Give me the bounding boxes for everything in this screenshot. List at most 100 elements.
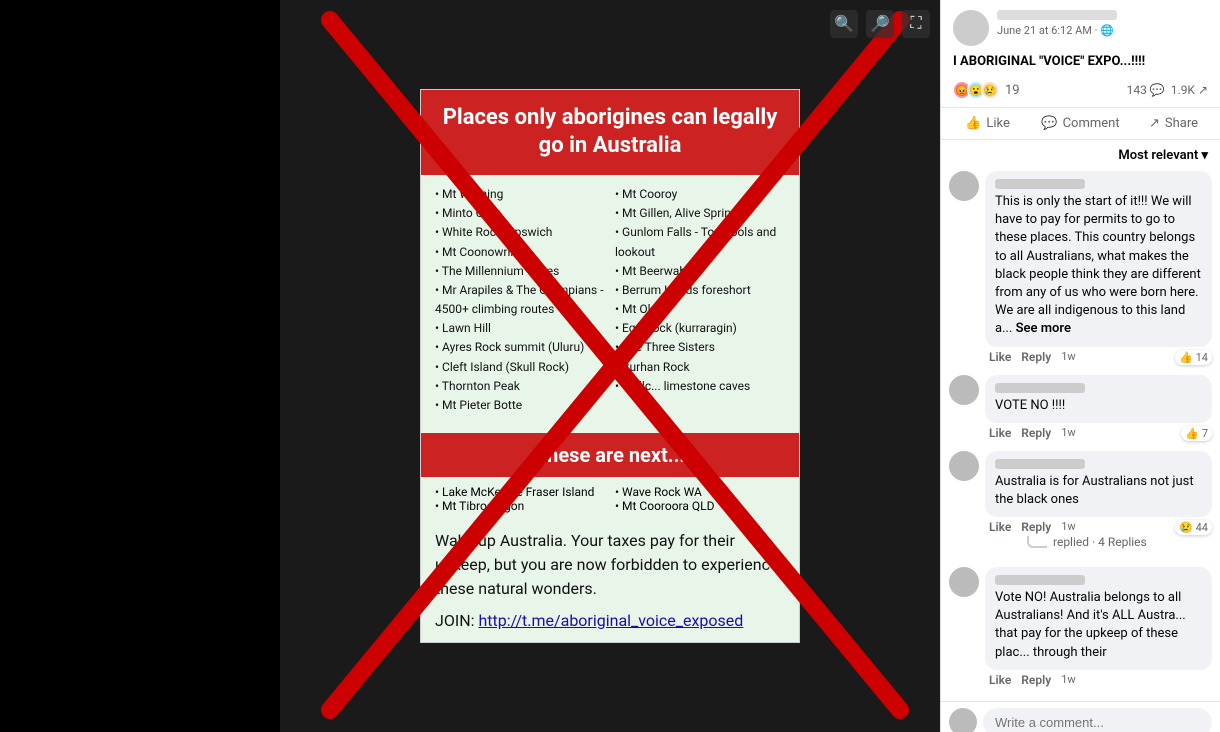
reaction-count: 19 xyxy=(1005,83,1020,98)
replied-label: replied · 4 Replies xyxy=(1053,535,1147,549)
comment-4-time: 1w xyxy=(1061,673,1075,687)
comment-label: Comment xyxy=(1063,116,1120,131)
share-icon: ↗ xyxy=(1149,116,1160,131)
comment-4-bubble: Vote NO! Australia belongs to all Austra… xyxy=(985,567,1212,670)
comment-1-name xyxy=(995,179,1085,189)
comment-1-time: 1w xyxy=(1061,350,1075,365)
comment-4-text: Vote NO! Australia belongs to all Austra… xyxy=(995,589,1202,662)
fb-sort-bar[interactable]: Most relevant ▾ xyxy=(941,144,1220,167)
comment-1-actions: Like Reply 1w 👍 14 xyxy=(985,347,1212,365)
fb-comment-2: VOTE NO !!!! Like Reply 1w 👍 7 xyxy=(949,375,1212,441)
flyer-body: Mt Warning Minto Crag White Rock - Ipswi… xyxy=(421,175,799,425)
comment-1-reaction-badge: 👍 14 xyxy=(1175,350,1212,365)
flyer-header: Places only aborigines can legally go in… xyxy=(421,90,799,175)
fullscreen-button[interactable]: ⛶ xyxy=(902,10,930,38)
flyer-section2-header: These are next... xyxy=(421,433,799,477)
next-col2-list: Wave Rock WA Mt Cooroora QLD xyxy=(615,485,785,513)
list-item: Ayres Rock summit (Uluru) xyxy=(435,338,605,357)
next-col1-list: Lake McKenzie Fraser Island Mt Tibrogarg… xyxy=(435,485,605,513)
flyer-join-text: JOIN: http://t.me/aboriginal_voice_expos… xyxy=(421,607,799,642)
flyer-card: Places only aborigines can legally go in… xyxy=(420,89,800,643)
comment-button[interactable]: 💬 Comment xyxy=(1034,110,1127,137)
share-button[interactable]: ↗ Share xyxy=(1127,110,1220,137)
like-icon: 👍 xyxy=(965,116,981,131)
list-item: Mt Pieter Botte xyxy=(435,396,605,415)
post-author-avatar xyxy=(953,10,989,46)
list-item: Thornton Peak xyxy=(435,377,605,396)
comment-2-reaction: 👍 7 xyxy=(1181,426,1212,441)
comment-1-content: This is only the start of it!!! We will … xyxy=(985,171,1212,365)
comment-3-reaction: 😢 44 xyxy=(1175,520,1212,535)
list-item: Berrum Heads foreshort xyxy=(615,281,785,300)
reaction-icons: 😡 😮 😢 xyxy=(953,81,999,99)
post-author-name-bar xyxy=(997,10,1117,20)
comment-4-reply[interactable]: Reply xyxy=(1021,673,1051,687)
comment-3-like[interactable]: Like xyxy=(989,520,1011,535)
comment-2-like[interactable]: Like xyxy=(989,426,1011,441)
comment-3-replied[interactable]: replied · 4 Replies xyxy=(985,535,1212,549)
zoom-in-button[interactable]: 🔍 xyxy=(830,10,858,38)
center-post-area: 🔍 🔎 ⛶ Places only aborigines can legally… xyxy=(280,0,940,732)
comment-3-text: Australia is for Australians not just th… xyxy=(995,473,1202,509)
sort-label: Most relevant ▾ xyxy=(1118,148,1208,163)
list-item: Mt Tibrogargon xyxy=(435,499,605,513)
comment-2-avatar xyxy=(949,375,979,405)
flyer-next-columns: Lake McKenzie Fraser Island Mt Tibrogarg… xyxy=(421,477,799,521)
see-more-1[interactable]: See more xyxy=(1016,321,1071,336)
comment-4-name xyxy=(995,575,1085,585)
comment-3-bubble: Australia is for Australians not just th… xyxy=(985,451,1212,517)
list-item: Mt Cooroora QLD xyxy=(615,499,785,513)
fb-write-comment xyxy=(941,701,1220,732)
zoom-out-button[interactable]: 🔎 xyxy=(866,10,894,38)
list-item: Lawn Hill xyxy=(435,319,605,338)
col1-list: Mt Warning Minto Crag White Rock - Ipswi… xyxy=(435,185,605,415)
comment-count: 143 💬 xyxy=(1127,83,1165,97)
comment-4-avatar xyxy=(949,567,979,597)
comment-2-reply[interactable]: Reply xyxy=(1021,426,1051,441)
comment-2-reaction-badge: 👍 7 xyxy=(1181,426,1212,441)
comment-2-text: VOTE NO !!!! xyxy=(995,397,1202,415)
comment-2-time: 1w xyxy=(1061,426,1075,441)
comment-3-reply[interactable]: Reply xyxy=(1021,520,1051,535)
comment-3-time: 1w xyxy=(1061,520,1075,535)
list-item: Mt Cooroy xyxy=(615,185,785,204)
comment-3-name xyxy=(995,459,1085,469)
col2-list: Mt Cooroy Mt Gillen, Alive Springs Gunlo… xyxy=(615,185,785,396)
comment-2-name xyxy=(995,383,1085,393)
list-item: Mt Coonowrin xyxy=(435,243,605,262)
fb-action-bar: 👍 Like 💬 Comment ↗ Share xyxy=(941,107,1220,140)
fb-post-title: I ABORIGINAL "VOICE" EXPO...!!!! xyxy=(941,52,1220,77)
comment-2-content: VOTE NO !!!! Like Reply 1w 👍 7 xyxy=(985,375,1212,441)
comment-3-content: Australia is for Australians not just th… xyxy=(985,451,1212,557)
flyer-col-1: Mt Warning Minto Crag White Rock - Ipswi… xyxy=(435,185,605,415)
comment-3-reaction-badge: 😢 44 xyxy=(1175,520,1212,535)
comment-1-like[interactable]: Like xyxy=(989,350,1011,365)
list-item: Mt Gillen, Alive Springs xyxy=(615,204,785,223)
list-item: Lake McKenzie Fraser Island xyxy=(435,485,605,499)
comment-3-avatar xyxy=(949,451,979,481)
comment-3-actions: Like Reply 1w 😢 44 xyxy=(985,517,1212,535)
flyer-wake-up-text: Wake up Australia. Your taxes pay for th… xyxy=(421,521,799,607)
list-item: Wallc... limestone caves xyxy=(615,377,785,396)
list-item: The Millennium Caves xyxy=(435,262,605,281)
list-item: White Rock - Ipswich xyxy=(435,223,605,242)
like-label: Like xyxy=(986,116,1010,131)
comment-1-reply[interactable]: Reply xyxy=(1021,350,1051,365)
comment-icon: 💬 xyxy=(1041,116,1057,131)
list-item: Egg Rock (kurraragin) xyxy=(615,319,785,338)
comment-4-like[interactable]: Like xyxy=(989,673,1011,687)
join-link[interactable]: http://t.me/aboriginal_voice_exposed xyxy=(478,611,743,630)
list-item: Wave Rock WA xyxy=(615,485,785,499)
flyer-next-col-2: Wave Rock WA Mt Cooroora QLD xyxy=(615,485,785,513)
flyer-col-2: Mt Cooroy Mt Gillen, Alive Springs Gunlo… xyxy=(615,185,785,415)
fb-post-meta: June 21 at 6:12 AM · 🌐 xyxy=(997,10,1208,37)
write-comment-avatar xyxy=(949,708,977,732)
like-button[interactable]: 👍 Like xyxy=(941,110,1034,137)
write-comment-input[interactable] xyxy=(983,708,1212,732)
fb-post-header: June 21 at 6:12 AM · 🌐 xyxy=(941,0,1220,52)
comment-1-bubble: This is only the start of it!!! We will … xyxy=(985,171,1212,347)
share-label: Share xyxy=(1165,116,1198,131)
list-item: Mt Beerwah xyxy=(615,262,785,281)
fb-comment-1: This is only the start of it!!! We will … xyxy=(949,171,1212,365)
comment-1-text: This is only the start of it!!! We will … xyxy=(995,193,1202,339)
